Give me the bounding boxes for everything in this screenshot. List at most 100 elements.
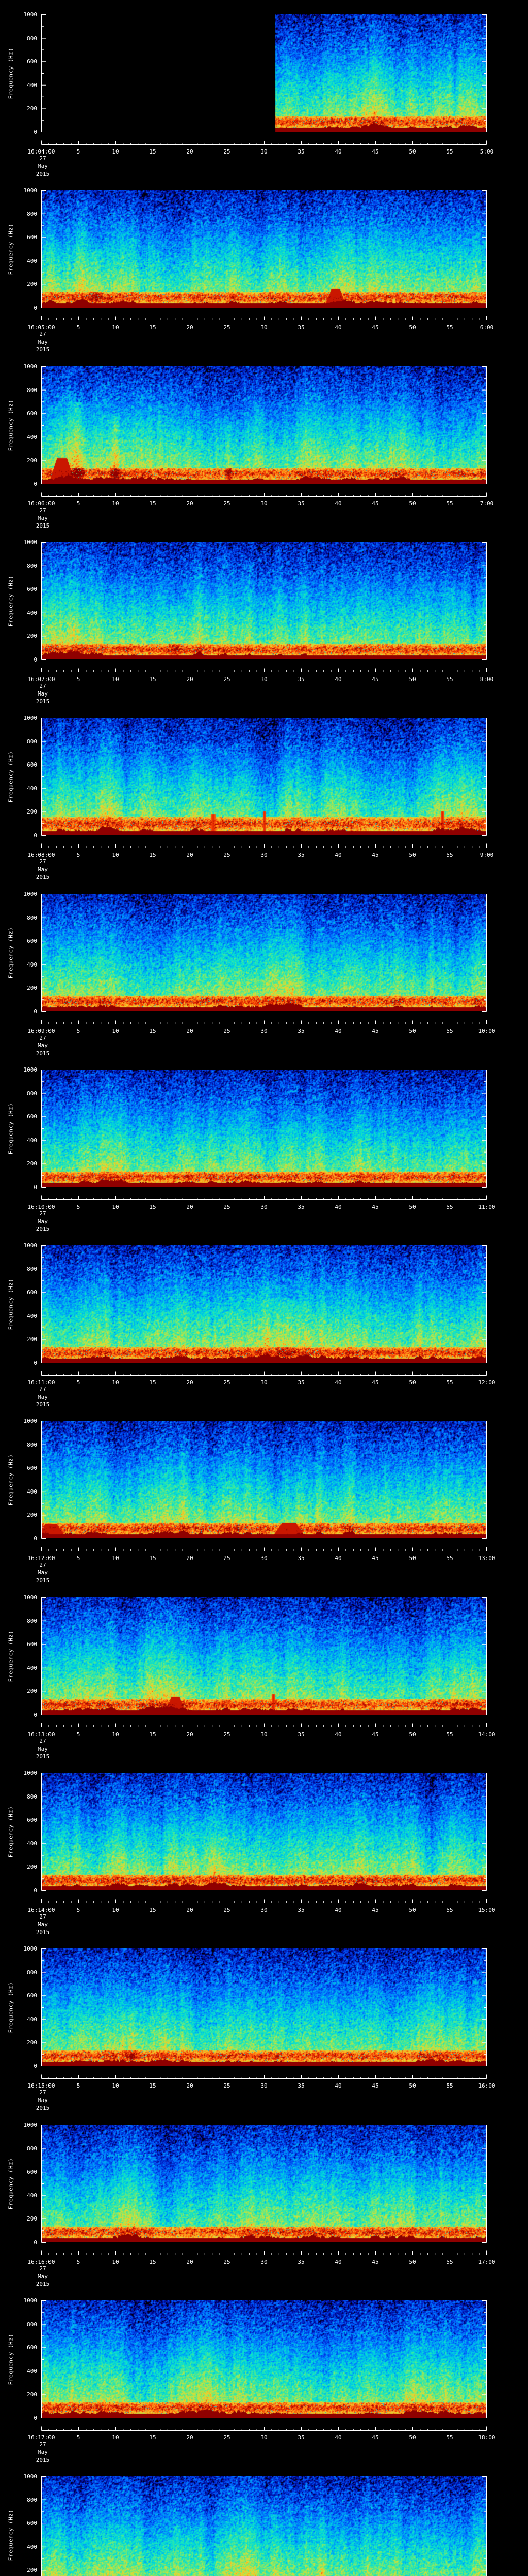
- date-month: May: [38, 1921, 48, 1928]
- date-month: May: [38, 163, 48, 170]
- panel-start-time: 16:07:00: [27, 676, 55, 683]
- time-tick-label: 55: [446, 1028, 453, 1035]
- time-tick-label: 15: [149, 2259, 156, 2265]
- time-tick-label: 20: [186, 148, 193, 155]
- time-tick-label: 5: [76, 2082, 80, 2089]
- time-tick-label: 35: [298, 1555, 305, 1562]
- time-tick-label: 15: [149, 852, 156, 858]
- time-tick-label: 45: [372, 1204, 379, 1210]
- time-tick-label: 10: [112, 2434, 119, 2441]
- time-tick-label: 40: [335, 2434, 342, 2441]
- panel-start-time: 16:10:00: [27, 1204, 55, 1210]
- time-tick-label: 15: [149, 1379, 156, 1386]
- time-tick-label: 40: [335, 1731, 342, 1738]
- panel-axes: [41, 894, 487, 1024]
- time-tick-label: 35: [298, 500, 305, 507]
- date-month: May: [38, 690, 48, 697]
- time-tick-label: 25: [223, 2082, 230, 2089]
- time-tick-label: 10: [112, 2259, 119, 2265]
- panel-axes: [41, 1245, 487, 1376]
- date-year: 2015: [36, 346, 50, 353]
- time-tick-label: 40: [335, 1907, 342, 1913]
- time-tick-label: 50: [409, 148, 416, 155]
- time-tick-label: 15: [149, 676, 156, 683]
- time-tick-label: 45: [372, 2434, 379, 2441]
- time-tick-label: 5: [76, 148, 80, 155]
- time-tick-label: 30: [260, 148, 268, 155]
- panel-axes: [41, 366, 487, 497]
- time-tick-label: 20: [186, 852, 193, 858]
- time-tick-label: 45: [372, 852, 379, 858]
- date-day: 27: [39, 1562, 46, 1568]
- time-tick-label: 25: [223, 852, 230, 858]
- time-tick-label: 20: [186, 2434, 193, 2441]
- time-tick-label: 25: [223, 676, 230, 683]
- date-month: May: [38, 515, 48, 521]
- date-year: 2015: [36, 1401, 50, 1408]
- panel-end-time: 8:00: [480, 676, 494, 683]
- date-year: 2015: [36, 171, 50, 177]
- time-tick-label: 50: [409, 2259, 416, 2265]
- panel-end-time: 14:00: [478, 1731, 496, 1738]
- date-month: May: [38, 866, 48, 873]
- time-tick-label: 5: [76, 676, 80, 683]
- time-tick-label: 50: [409, 1731, 416, 1738]
- panel-start-time: 16:11:00: [27, 1379, 55, 1386]
- panel-start-time: 16:04:00: [27, 148, 55, 155]
- panel-axes: [41, 1421, 487, 1551]
- panel-end-time: 5:00: [480, 148, 494, 155]
- time-tick-label: 15: [149, 1028, 156, 1035]
- panel-end-time: 9:00: [480, 852, 494, 858]
- time-tick-label: 5: [76, 1204, 80, 1210]
- date-year: 2015: [36, 698, 50, 705]
- time-tick-label: 15: [149, 2082, 156, 2089]
- time-tick-label: 40: [335, 1204, 342, 1210]
- time-tick-label: 50: [409, 1028, 416, 1035]
- time-tick-label: 30: [260, 676, 268, 683]
- time-tick-label: 5: [76, 324, 80, 331]
- time-tick-label: 35: [298, 1379, 305, 1386]
- time-tick-label: 35: [298, 676, 305, 683]
- time-tick-label: 20: [186, 1204, 193, 1210]
- panel-start-time: 16:06:00: [27, 500, 55, 507]
- time-tick-label: 30: [260, 852, 268, 858]
- time-tick-label: 45: [372, 2259, 379, 2265]
- time-tick-label: 25: [223, 1731, 230, 1738]
- panel-start-time: 16:05:00: [27, 324, 55, 331]
- date-month: May: [38, 2097, 48, 2104]
- date-day: 27: [39, 1035, 46, 1041]
- time-tick-label: 55: [446, 2082, 453, 2089]
- date-day: 27: [39, 2089, 46, 2096]
- time-tick-label: 55: [446, 2434, 453, 2441]
- time-tick-label: 10: [112, 2082, 119, 2089]
- time-tick-label: 40: [335, 2082, 342, 2089]
- time-tick-label: 50: [409, 1204, 416, 1210]
- time-tick-label: 45: [372, 1907, 379, 1913]
- panel-start-time: 16:16:00: [27, 2259, 55, 2265]
- time-tick-label: 5: [76, 1555, 80, 1562]
- time-tick-label: 15: [149, 1907, 156, 1913]
- date-year: 2015: [36, 2281, 50, 2287]
- time-tick-label: 55: [446, 148, 453, 155]
- time-tick-label: 35: [298, 148, 305, 155]
- date-month: May: [38, 1218, 48, 1225]
- time-tick-label: 5: [76, 1731, 80, 1738]
- time-tick-label: 40: [335, 500, 342, 507]
- panel-end-time: 12:00: [478, 1379, 496, 1386]
- time-tick-label: 55: [446, 324, 453, 331]
- time-tick-label: 25: [223, 1204, 230, 1210]
- panel-axes: [41, 2125, 487, 2255]
- time-tick-label: 10: [112, 852, 119, 858]
- time-tick-label: 20: [186, 1028, 193, 1035]
- time-tick-label: 35: [298, 1028, 305, 1035]
- time-tick-label: 40: [335, 1028, 342, 1035]
- time-tick-label: 40: [335, 2259, 342, 2265]
- time-tick-label: 40: [335, 1379, 342, 1386]
- date-year: 2015: [36, 2105, 50, 2111]
- date-day: 27: [39, 1386, 46, 1393]
- time-tick-label: 15: [149, 1555, 156, 1562]
- date-year: 2015: [36, 1050, 50, 1057]
- date-day: 27: [39, 155, 46, 162]
- panel-axes: [41, 1948, 487, 2079]
- time-tick-label: 45: [372, 1028, 379, 1035]
